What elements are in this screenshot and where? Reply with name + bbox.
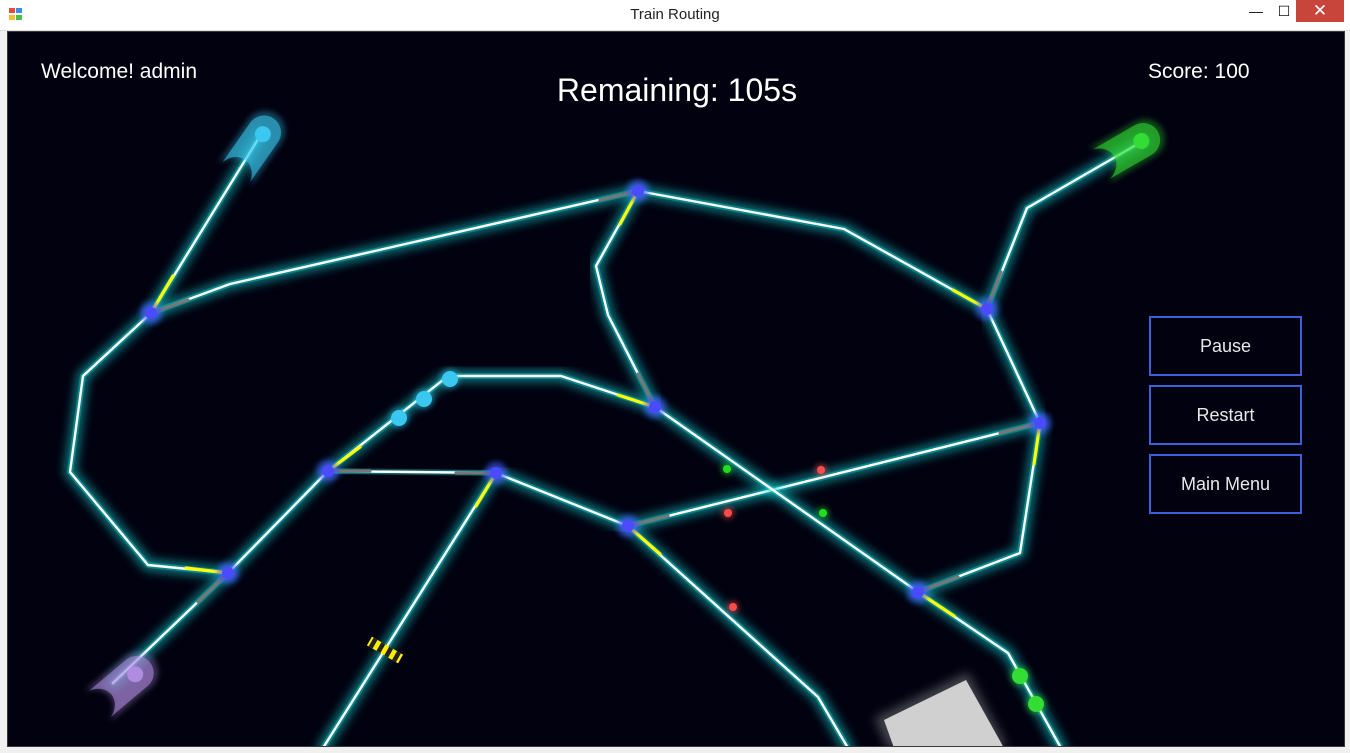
- track-segment: [985, 307, 1042, 425]
- track-glow-inner: [67, 310, 231, 576]
- track-glow: [632, 185, 993, 315]
- red-signal-light: [729, 603, 737, 611]
- junction-node: [649, 401, 661, 413]
- junction-node: [1034, 417, 1046, 429]
- close-button[interactable]: ✕: [1296, 0, 1344, 22]
- red-signal-light: [817, 466, 825, 474]
- pause-button[interactable]: Pause: [1149, 316, 1302, 376]
- blue-train-car: [391, 410, 407, 426]
- red-signal-light: [724, 509, 732, 517]
- green-train-car: [1028, 696, 1044, 712]
- remaining-time: Remaining: 105s: [556, 72, 798, 108]
- track-segment: [494, 471, 630, 528]
- junction-node: [322, 465, 334, 477]
- track-glow-inner: [625, 523, 851, 746]
- track-segment: [636, 189, 989, 311]
- track-segment: [653, 405, 920, 594]
- score-label: Score: 100: [1148, 60, 1250, 83]
- restart-button[interactable]: Restart: [1149, 385, 1302, 445]
- green-signal-light: [819, 509, 827, 517]
- track-segment: [326, 374, 657, 473]
- junction-node: [490, 467, 502, 479]
- junction-node: [622, 520, 634, 532]
- purple-station: [84, 651, 159, 722]
- blue-train-car: [416, 391, 432, 407]
- title-bar: Train Routing — ☐ ✕: [0, 0, 1350, 31]
- main-menu-button[interactable]: Main Menu: [1149, 454, 1302, 514]
- junction-node: [145, 307, 157, 319]
- track-segment: [68, 311, 230, 575]
- junction-node: [222, 567, 234, 579]
- blue-train-car: [442, 371, 458, 387]
- track-segment: [322, 471, 498, 746]
- junction-node: [632, 185, 644, 197]
- blue-station: [217, 110, 286, 187]
- green-train-car: [1012, 668, 1028, 684]
- green-station: [1088, 119, 1165, 184]
- junction-node: [981, 303, 993, 315]
- track-segment: [226, 469, 330, 575]
- track-glow: [64, 307, 234, 579]
- track-map: [64, 110, 1165, 746]
- track-glow-inner: [635, 188, 990, 312]
- green-signal-light: [723, 465, 731, 473]
- game-canvas[interactable]: Welcome! admin Remaining: 105s Score: 10…: [7, 31, 1345, 747]
- junction-node: [912, 586, 924, 598]
- window-title: Train Routing: [630, 6, 720, 23]
